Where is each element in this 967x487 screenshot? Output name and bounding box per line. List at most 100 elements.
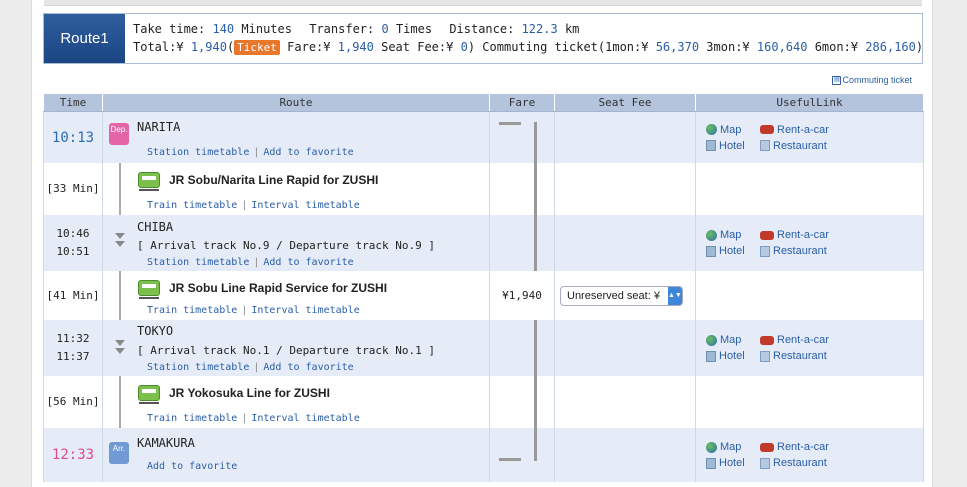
rent-a-car-link[interactable]: Rent-a-car xyxy=(760,227,829,243)
line-name: JR Yokosuka Line for ZUSHI xyxy=(169,386,330,400)
globe-icon xyxy=(706,124,717,135)
useful-links: Map Rent-a-car Hotel Restaurant xyxy=(696,332,923,364)
seat-fee-value: 0 xyxy=(460,40,468,54)
down-arrow-icon xyxy=(115,233,125,239)
line-name: JR Sobu/Narita Line Rapid for ZUSHI xyxy=(169,173,379,187)
hotel-icon xyxy=(706,457,716,469)
restaurant-icon xyxy=(760,457,770,469)
route-table: Time Route Fare Seat Fee UsefulLink 10:1… xyxy=(43,93,924,482)
commuting-ticket-link[interactable]: ▤ Commuting ticket xyxy=(832,75,912,85)
down-arrow-icon xyxy=(115,348,125,354)
hotel-icon xyxy=(706,140,716,151)
globe-icon xyxy=(706,441,717,453)
ticket-badge: Ticket xyxy=(234,40,280,55)
hotel-link[interactable]: Hotel xyxy=(706,138,760,154)
segment-fare: ¥1,940 xyxy=(489,271,555,320)
segment-duration: [56 Min] xyxy=(43,376,103,428)
interval-timetable-link[interactable]: Interval timetable xyxy=(251,305,359,316)
car-icon xyxy=(760,335,774,345)
station-links: Station timetable | Add to favorite xyxy=(147,362,354,373)
add-to-favorite-link[interactable]: Add to favorite xyxy=(263,147,353,158)
departure-badge: Dep. xyxy=(109,123,129,145)
hotel-link[interactable]: Hotel xyxy=(706,455,760,471)
add-to-favorite-link[interactable]: Add to favorite xyxy=(263,362,353,373)
useful-links: Map Rent-a-car Hotel Restaurant xyxy=(696,439,923,471)
station-links: Station timetable | Add to favorite xyxy=(147,257,354,268)
interval-timetable-link[interactable]: Interval timetable xyxy=(251,200,359,211)
down-arrow-icon xyxy=(115,241,125,247)
map-link[interactable]: Map xyxy=(706,227,760,243)
globe-icon xyxy=(706,229,717,241)
arr-time: 12:33 xyxy=(43,428,103,482)
station-name: KAMAKURA xyxy=(137,436,195,450)
station-row: 11:32 11:37 TOKYO [ Arrival track No.1 / … xyxy=(43,320,924,376)
page-panel: Route1 Take time: 140 Minutes Transfer: … xyxy=(31,0,933,487)
top-strip xyxy=(44,0,922,6)
station-name: TOKYO xyxy=(137,324,174,338)
ticket-icon: ▤ xyxy=(832,75,842,85)
station-name: NARITA xyxy=(137,120,181,134)
station-row: 12:33 Arr. KAMAKURA Add to favorite Map R… xyxy=(43,428,924,482)
train-icon xyxy=(138,385,160,404)
down-arrow-icon xyxy=(115,340,125,346)
col-useful-link: UsefulLink xyxy=(695,93,924,112)
distance-value: 122.3 xyxy=(521,22,558,36)
hotel-link[interactable]: Hotel xyxy=(706,348,760,364)
map-link[interactable]: Map xyxy=(706,122,760,138)
commuting-6mon-value: 286,160 xyxy=(865,40,916,54)
route-summary: Route1 Take time: 140 Minutes Transfer: … xyxy=(43,13,923,64)
dep-time: 10:13 xyxy=(43,111,103,163)
segment-duration: [33 Min] xyxy=(43,163,103,215)
fare-value: 1,940 xyxy=(337,40,374,54)
globe-icon xyxy=(706,334,717,346)
segment-duration: [41 Min] xyxy=(43,271,103,320)
station-name: CHIBA xyxy=(137,220,174,234)
track-info: [ Arrival track No.9 / Departure track N… xyxy=(137,239,436,252)
rent-a-car-link[interactable]: Rent-a-car xyxy=(760,439,829,455)
station-row: 10:46 10:51 CHIBA [ Arrival track No.9 / … xyxy=(43,215,924,271)
add-to-favorite-link[interactable]: Add to favorite xyxy=(147,461,237,472)
transfer-value: 0 xyxy=(381,22,389,36)
station-timetable-link[interactable]: Station timetable xyxy=(147,257,249,268)
line-row: [56 Min] JR Yokosuka Line for ZUSHI Trai… xyxy=(43,376,924,428)
rent-a-car-link[interactable]: Rent-a-car xyxy=(760,122,829,138)
map-link[interactable]: Map xyxy=(706,332,760,348)
train-links: Train timetable | Interval timetable xyxy=(147,200,360,211)
restaurant-link[interactable]: Restaurant xyxy=(760,138,827,154)
summary-line-2: Total:¥ 1,940(Ticket Fare:¥ 1,940 Seat F… xyxy=(133,40,924,55)
seat-type-select[interactable]: Unreserved seat: ¥ ▲▼ xyxy=(560,285,683,306)
restaurant-link[interactable]: Restaurant xyxy=(760,348,827,364)
arr-dep-time: 10:46 10:51 xyxy=(43,215,103,271)
train-links: Train timetable | Interval timetable xyxy=(147,305,360,316)
restaurant-link[interactable]: Restaurant xyxy=(760,243,827,259)
car-icon xyxy=(760,442,774,452)
hotel-icon xyxy=(706,245,716,257)
train-timetable-link[interactable]: Train timetable xyxy=(147,413,237,424)
useful-links: Map Rent-a-car Hotel Restaurant xyxy=(696,122,923,154)
station-timetable-link[interactable]: Station timetable xyxy=(147,147,249,158)
select-arrow-icon: ▲▼ xyxy=(667,286,682,305)
hotel-link[interactable]: Hotel xyxy=(706,243,760,259)
col-fare: Fare xyxy=(489,93,555,112)
restaurant-link[interactable]: Restaurant xyxy=(760,455,827,471)
train-icon xyxy=(138,172,160,191)
interval-timetable-link[interactable]: Interval timetable xyxy=(251,413,359,424)
route-tab[interactable]: Route1 xyxy=(44,14,125,63)
restaurant-icon xyxy=(760,350,770,362)
train-icon xyxy=(138,280,160,299)
col-seat-fee: Seat Fee xyxy=(554,93,696,112)
hotel-icon xyxy=(706,350,716,362)
useful-links: Map Rent-a-car Hotel Restaurant xyxy=(696,227,923,259)
station-links: Station timetable | Add to favorite xyxy=(147,147,354,158)
take-time-value: 140 xyxy=(212,22,235,36)
arrival-badge: Arr. xyxy=(109,442,129,464)
add-to-favorite-link[interactable]: Add to favorite xyxy=(263,257,353,268)
station-timetable-link[interactable]: Station timetable xyxy=(147,362,249,373)
line-row: [33 Min] JR Sobu/Narita Line Rapid for Z… xyxy=(43,163,924,215)
map-link[interactable]: Map xyxy=(706,439,760,455)
rent-a-car-link[interactable]: Rent-a-car xyxy=(760,332,829,348)
train-timetable-link[interactable]: Train timetable xyxy=(147,305,237,316)
train-timetable-link[interactable]: Train timetable xyxy=(147,200,237,211)
car-icon xyxy=(760,125,774,134)
line-row: [41 Min] JR Sobu Line Rapid Service for … xyxy=(43,271,924,320)
